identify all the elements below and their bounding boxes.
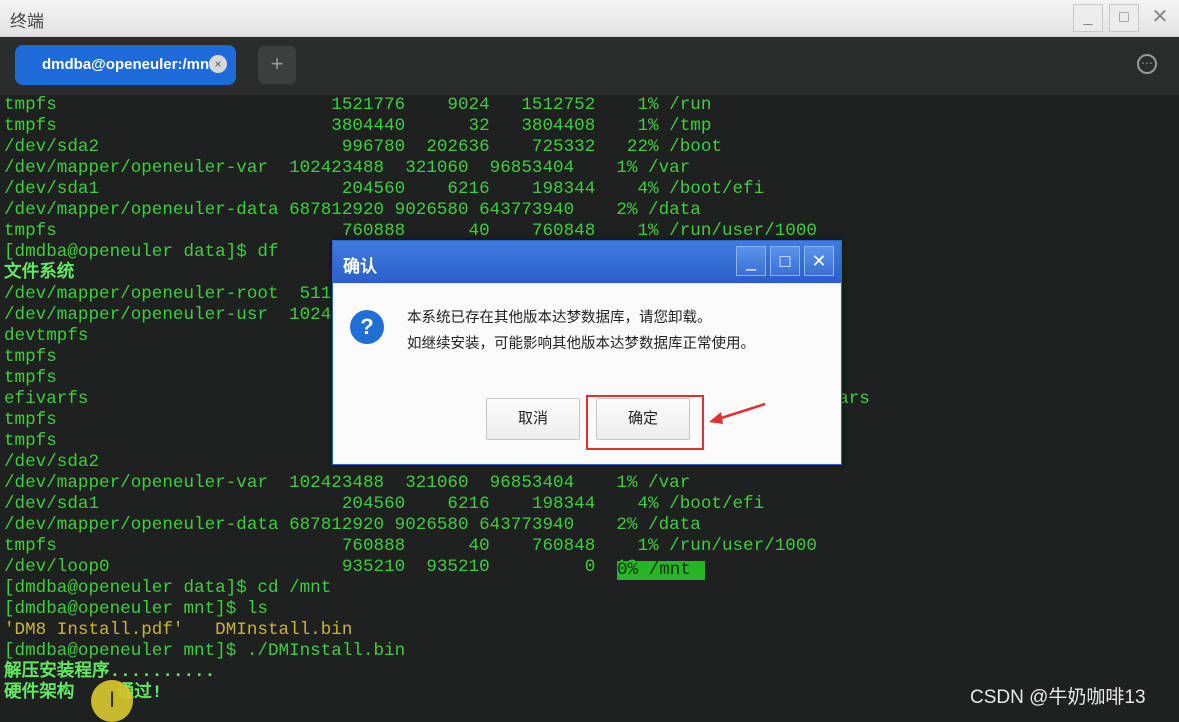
question-icon: ?	[350, 310, 384, 344]
terminal-line: [dmdba@openeuler data]$ df	[4, 242, 279, 262]
terminal-line: [dmdba@openeuler mnt]$ ./DMInstall.bin	[4, 641, 406, 661]
minimize-button[interactable]: _	[1073, 4, 1103, 32]
terminal-line: /dev/sda2 996780 202636 725332 22% /boot	[4, 137, 722, 157]
loop-mount-highlight: 0% /mnt	[617, 561, 705, 580]
dialog-titlebar: 确认 _ □ ✕	[333, 241, 841, 283]
terminal-line: /dev/mapper/openeuler-data 687812920 902…	[4, 200, 701, 220]
terminal-line: /dev/mapper/openeuler-root 511	[4, 284, 332, 304]
terminal-line: tmpfs 3804440 32 3804408 1% /tmp	[4, 116, 712, 136]
dialog-minimize-button[interactable]: _	[736, 246, 766, 276]
terminal-line: [dmdba@openeuler data]$ cd /mnt	[4, 578, 332, 598]
terminal-line: /dev/loop0 935210 935210 0 10	[4, 557, 638, 577]
dialog-message-line2: 如继续安装，可能影响其他版本达梦数据库正常使用。	[407, 336, 755, 352]
terminal-line: tmpfs 38	[4, 347, 353, 367]
dialog-close-button[interactable]: ✕	[804, 246, 834, 276]
highlight-box	[586, 395, 704, 450]
dialog-maximize-button[interactable]: □	[770, 246, 800, 276]
tab-close-icon[interactable]: ×	[209, 55, 227, 73]
terminal-line: tmpfs 760888 40 760848 1% /run/user/1000	[4, 221, 817, 241]
tab-label: dmdba@openeuler:/mnt	[42, 56, 215, 73]
terminal-line: /dev/sda1 204560 6216 198344 4% /boot/ef…	[4, 494, 765, 514]
add-tab-button[interactable]: +	[258, 46, 296, 84]
annotation-arrow-icon	[709, 402, 766, 424]
terminal-line: tmpfs 1521776 9024 1512752 1% /run	[4, 95, 712, 115]
terminal-line: 'DM8 Install.pdf' DMInstall.bin	[4, 620, 353, 640]
terminal-tab[interactable]: dmdba@openeuler:/mnt ×	[15, 45, 236, 85]
dialog-message-line1: 本系统已存在其他版本达梦数据库，请您卸载。	[407, 310, 712, 326]
window-title: 终端	[10, 12, 44, 31]
terminal-line: /dev/sda1 204560 6216 198344 4% /boot/ef…	[4, 179, 765, 199]
terminal-line: tmpfs 760888 40 760848 1% /run/user/1000	[4, 536, 817, 556]
terminal-line: devtmpfs	[4, 326, 89, 346]
window-titlebar: 终端 _ □ ✕	[0, 0, 1179, 37]
cancel-button[interactable]: 取消	[486, 398, 580, 440]
close-button[interactable]: ✕	[1145, 4, 1175, 32]
terminal-line: tmpfs 38	[4, 431, 353, 451]
terminal-line: tmpfs	[4, 368, 57, 388]
terminal-line: /dev/mapper/openeuler-var 102423488 3210…	[4, 158, 691, 178]
terminal-line: [dmdba@openeuler mnt]$ ls	[4, 599, 268, 619]
mouse-cursor-icon: I	[91, 680, 133, 722]
terminal-line: 硬件架构 通过!	[4, 683, 163, 703]
dialog-title: 确认	[343, 257, 377, 276]
maximize-button[interactable]: □	[1109, 4, 1139, 32]
terminal-line: /dev/mapper/openeuler-usr 1024	[4, 305, 332, 325]
watermark: CSDN @牛奶咖啡13	[970, 687, 1146, 708]
terminal-line: /dev/mapper/openeuler-var 102423488 3210…	[4, 473, 691, 493]
tab-bar: dmdba@openeuler:/mnt × + ⋯	[0, 37, 1179, 95]
menu-icon[interactable]: ⋯	[1137, 54, 1157, 74]
terminal-line: tmpfs 15	[4, 410, 353, 430]
terminal-line: 文件系统	[4, 263, 75, 283]
terminal-line: /dev/sda2	[4, 452, 100, 472]
terminal-line: /dev/mapper/openeuler-data 687812920 902…	[4, 515, 701, 535]
